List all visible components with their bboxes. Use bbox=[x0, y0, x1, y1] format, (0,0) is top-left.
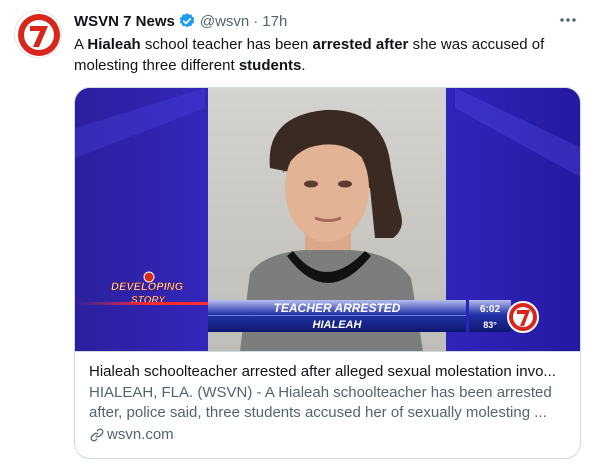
tweet-text: A Hialeah school teacher has been arrest… bbox=[74, 34, 579, 76]
account-name[interactable]: WSVN 7 News bbox=[74, 13, 175, 30]
headline-text: TEACHER ARRESTED bbox=[274, 301, 401, 315]
card-domain-text[interactable]: wsvn.com bbox=[107, 425, 174, 445]
mugshot-broadcast-image: DEVELOPING STORY TEACHER ARRESTED HIALEA… bbox=[75, 88, 580, 351]
tweet-text-part: students bbox=[238, 57, 302, 74]
tweet-text-part: arrested after bbox=[312, 36, 409, 53]
card-description: HIALEAH, FLA. (WSVN) - A Hialeah schoolt… bbox=[89, 384, 552, 421]
card-title[interactable]: Hialeah schoolteacher arrested after all… bbox=[89, 362, 566, 382]
tweet-header: WSVN 7 News @wsvn · 17h bbox=[74, 11, 287, 31]
verified-badge-icon bbox=[179, 13, 195, 28]
wsvn-7-logo-icon bbox=[18, 14, 60, 56]
link-card[interactable]: DEVELOPING STORY TEACHER ARRESTED HIALEA… bbox=[74, 87, 581, 459]
link-icon bbox=[90, 428, 104, 442]
clock-text: 6:02 bbox=[480, 304, 500, 315]
more-options-button[interactable] bbox=[557, 10, 579, 30]
tweet-text-part: Hialeah bbox=[87, 36, 141, 53]
tweet-text-part: A bbox=[74, 36, 88, 53]
tweet-text-part: . bbox=[301, 57, 306, 74]
separator-dot: · bbox=[253, 12, 259, 30]
card-info[interactable]: Hialeah schoolteacher arrested after all… bbox=[75, 351, 580, 458]
account-handle[interactable]: @wsvn bbox=[200, 13, 249, 30]
tweet-text-part: school teacher has been bbox=[140, 36, 313, 53]
more-options-icon bbox=[560, 18, 576, 22]
subline-text: HIALEAH bbox=[313, 319, 363, 331]
avatar[interactable] bbox=[14, 10, 62, 58]
card-domain[interactable]: wsvn.com bbox=[89, 425, 566, 445]
card-image[interactable]: DEVELOPING STORY TEACHER ARRESTED HIALEA… bbox=[75, 88, 580, 351]
bug-developing: DEVELOPING bbox=[111, 281, 184, 293]
tweet[interactable]: WSVN 7 News @wsvn · 17h A Hialeah school… bbox=[0, 0, 599, 468]
temperature-text: 83° bbox=[483, 320, 497, 330]
tweet-timestamp[interactable]: 17h bbox=[262, 13, 287, 30]
